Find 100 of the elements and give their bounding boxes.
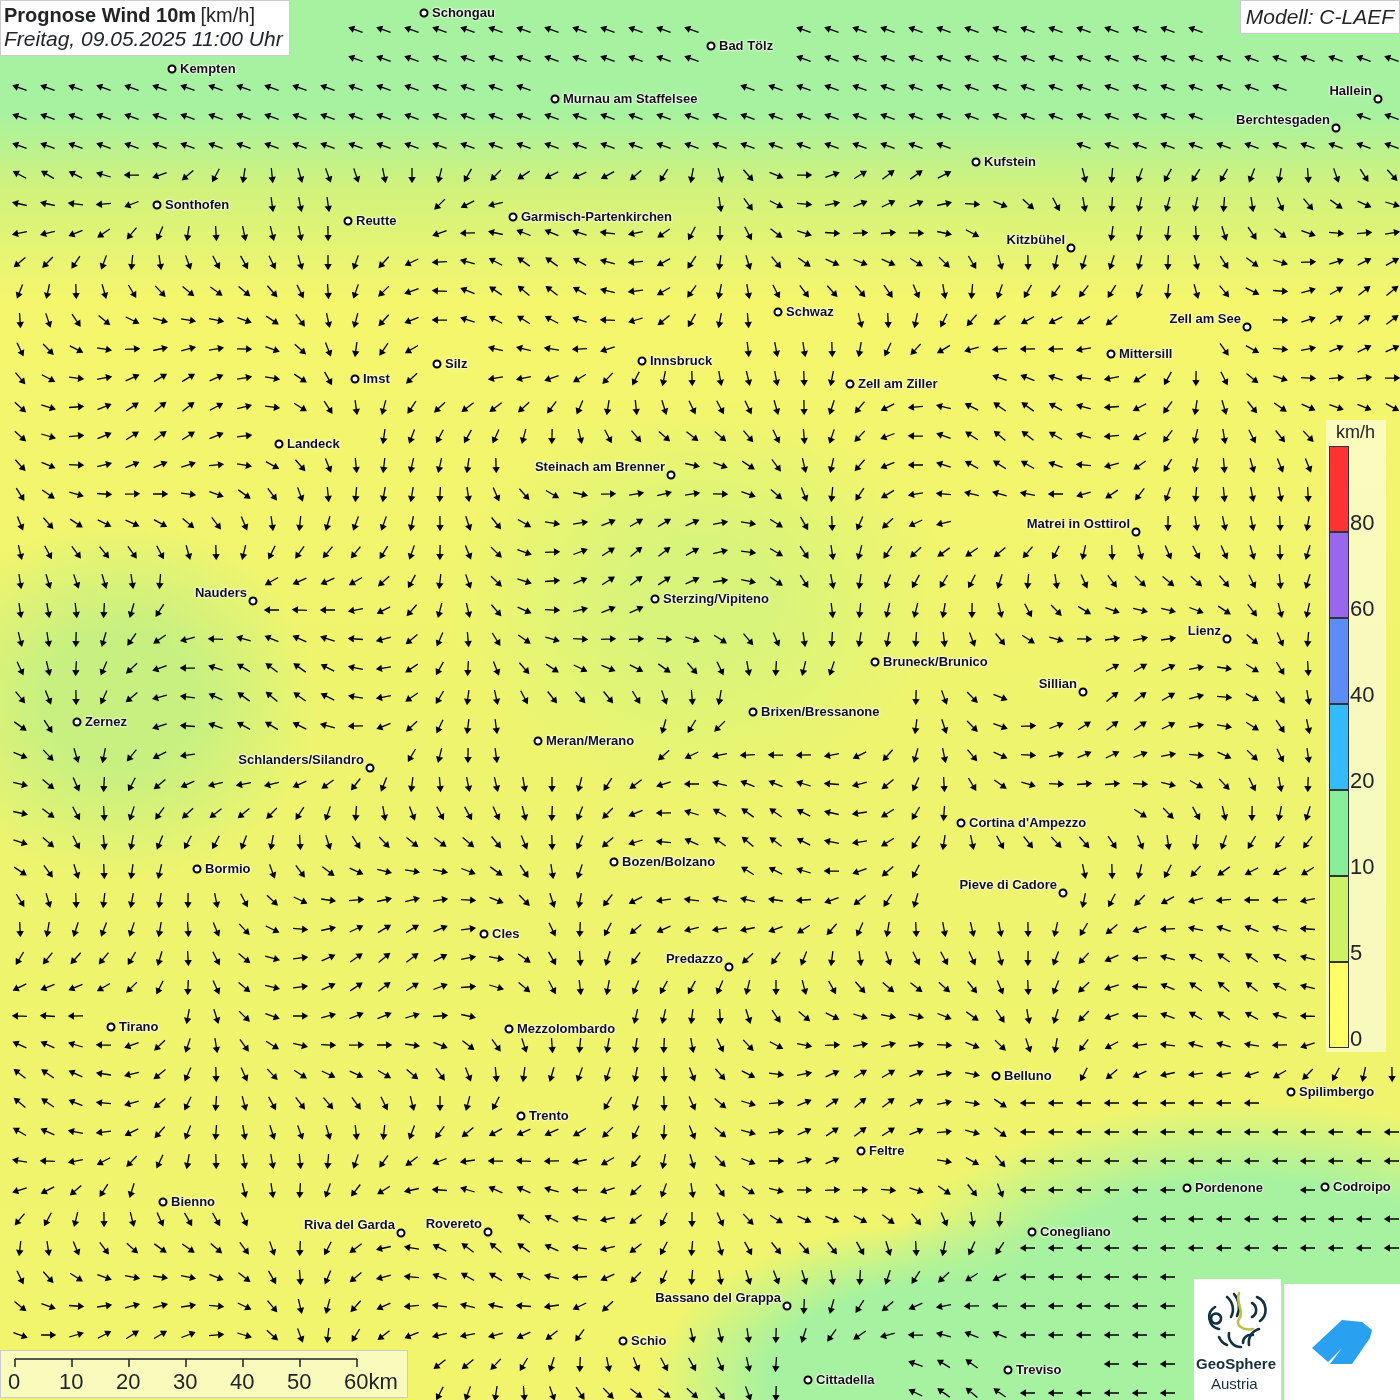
- scale-label: 20: [116, 1369, 141, 1395]
- city-label: Feltre: [869, 1143, 905, 1158]
- city-marker: [1320, 1182, 1330, 1192]
- city-marker: [1331, 123, 1341, 133]
- city-label: Pieve di Cadore: [959, 877, 1057, 892]
- city-label: Hallein: [1329, 83, 1372, 98]
- city-label: Sterzing/Vipiteno: [663, 591, 769, 606]
- city-label: Mezzolombardo: [517, 1021, 616, 1036]
- city-marker: [748, 707, 758, 717]
- city-marker: [1373, 94, 1383, 104]
- city-label: Imst: [363, 371, 390, 386]
- scale-label: 10: [59, 1369, 84, 1395]
- city-marker: [724, 962, 734, 972]
- city-label: Bruneck/Brunico: [883, 654, 988, 669]
- city-marker: [637, 356, 647, 366]
- city-marker: [158, 1197, 168, 1207]
- scale-label: 40: [230, 1369, 255, 1395]
- city-label: Meran/Merano: [546, 733, 635, 748]
- city-label: Belluno: [1004, 1068, 1052, 1083]
- city-marker: [248, 596, 258, 606]
- logo-text: GeoSphere: [1196, 1355, 1277, 1373]
- city-marker: [72, 717, 82, 727]
- city-label: Nauders: [194, 585, 247, 600]
- city-label: Treviso: [1016, 1362, 1062, 1377]
- city-marker: [845, 379, 855, 389]
- city-marker: [274, 439, 284, 449]
- city-marker: [1182, 1183, 1192, 1193]
- city-marker: [870, 657, 880, 667]
- scale-label: 60km: [344, 1369, 398, 1395]
- city-marker: [192, 864, 202, 874]
- city-marker: [706, 41, 716, 51]
- city-label: Lienz: [1187, 623, 1221, 638]
- city-marker: [152, 200, 162, 210]
- city-marker: [782, 1301, 792, 1311]
- city-label: Brixen/Bressanone: [761, 704, 880, 719]
- city-label: Schio: [631, 1333, 667, 1348]
- city-marker: [516, 1111, 526, 1121]
- city-marker: [666, 470, 676, 480]
- city-label: Kitzbühel: [1006, 232, 1065, 247]
- city-label: Sonthofen: [165, 197, 230, 212]
- city-marker: [1106, 349, 1116, 359]
- city-label: Schongau: [432, 5, 495, 20]
- city-label: Garmisch-Partenkirchen: [521, 209, 672, 224]
- city-marker: [1222, 634, 1232, 644]
- city-marker: [1286, 1087, 1296, 1097]
- city-label: Schlanders/Silandro: [238, 752, 364, 767]
- city-label: Cles: [492, 926, 520, 941]
- city-label: Innsbruck: [650, 353, 713, 368]
- city-marker: [396, 1228, 406, 1238]
- unit-label: [km/h]: [200, 4, 255, 26]
- city-marker: [856, 1146, 866, 1156]
- city-label: Landeck: [287, 436, 340, 451]
- city-label: Codroipo: [1333, 1179, 1391, 1194]
- city-marker: [773, 307, 783, 317]
- city-label: Rovereto: [425, 1216, 482, 1231]
- model-label: Modell: C-LAEF: [1239, 0, 1400, 34]
- city-label: Bassano del Grappa: [655, 1290, 781, 1305]
- city-label: Kempten: [180, 61, 236, 76]
- city-marker: [365, 763, 375, 773]
- city-marker: [483, 1227, 493, 1237]
- city-marker: [432, 359, 442, 369]
- scale-label: 50: [287, 1369, 312, 1395]
- city-marker: [550, 94, 560, 104]
- city-label: Predazzo: [665, 951, 723, 966]
- legend-value: 60: [1350, 598, 1375, 620]
- city-marker: [1066, 243, 1076, 253]
- city-marker: [1131, 527, 1141, 537]
- legend-unit: km/h: [1336, 422, 1375, 443]
- city-label: Matrei in Osttirol: [1026, 516, 1130, 531]
- city-marker: [479, 929, 489, 939]
- city-marker: [508, 212, 518, 222]
- city-marker: [1242, 322, 1252, 332]
- city-label: Tirano: [119, 1019, 159, 1034]
- city-label: Kufstein: [984, 154, 1036, 169]
- city-label: Steinach am Brenner: [534, 459, 665, 474]
- legend-value: 80: [1350, 512, 1375, 534]
- city-label: Murnau am Staffelsee: [563, 91, 698, 106]
- city-marker: [350, 374, 360, 384]
- logo-text: Austria: [1211, 1375, 1258, 1393]
- city-marker: [504, 1024, 514, 1034]
- swirl-logo-icon: [1207, 1289, 1267, 1351]
- city-label: Bozen/Bolzano: [622, 854, 716, 869]
- legend-value: 0: [1350, 1028, 1363, 1050]
- city-label: Bienno: [171, 1194, 216, 1209]
- legend-value: 5: [1350, 942, 1363, 964]
- city-label: Bad Tölz: [719, 38, 774, 53]
- city-marker: [1027, 1227, 1037, 1237]
- legend-value: 40: [1350, 684, 1375, 706]
- city-marker: [609, 857, 619, 867]
- map-title: Prognose Wind 10m: [4, 4, 197, 26]
- city-marker: [343, 216, 353, 226]
- city-label: Trento: [529, 1108, 569, 1123]
- city-label: Cittadella: [816, 1372, 875, 1387]
- city-marker: [167, 64, 177, 74]
- city-label: Mittersill: [1119, 346, 1173, 361]
- city-marker: [650, 594, 660, 604]
- city-marker: [1078, 687, 1088, 697]
- city-label: Sillian: [1038, 676, 1077, 691]
- city-marker: [1058, 888, 1068, 898]
- city-label: Cortina d'Ampezzo: [969, 815, 1087, 830]
